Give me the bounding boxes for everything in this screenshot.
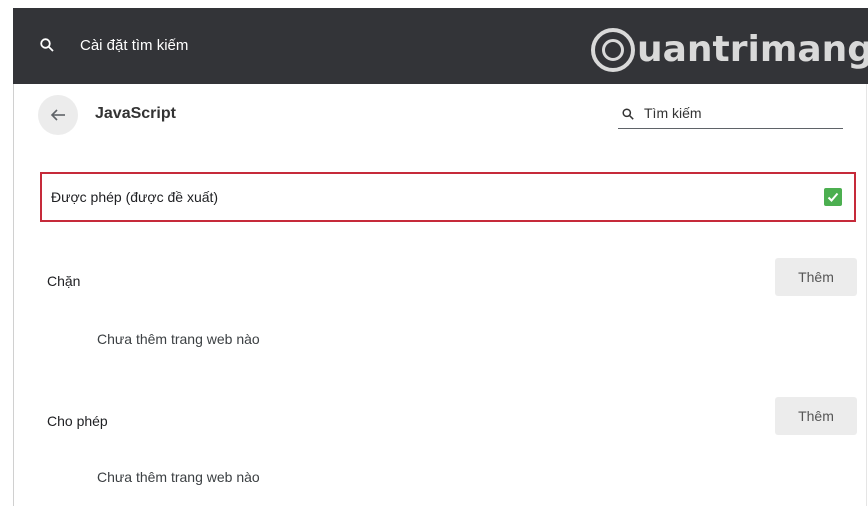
top-search-bar[interactable]: Cài đặt tìm kiếm uantrimang xyxy=(13,8,868,84)
search-settings-label: Cài đặt tìm kiếm xyxy=(80,37,189,54)
watermark-text: uantrimang xyxy=(637,29,868,70)
back-button[interactable] xyxy=(38,95,78,135)
allowed-setting-row[interactable]: Được phép (được đề xuất) xyxy=(40,172,856,222)
arrow-back-icon xyxy=(50,109,65,121)
search-placeholder: Tìm kiếm xyxy=(644,105,702,121)
search-icon xyxy=(622,108,634,120)
allow-section-label: Cho phép xyxy=(47,413,108,429)
right-border xyxy=(866,84,867,506)
block-empty-text: Chưa thêm trang web nào xyxy=(97,331,260,347)
allowed-checkbox[interactable] xyxy=(824,188,842,206)
checkmark-icon xyxy=(827,192,839,202)
watermark-logo: uantrimang xyxy=(591,25,868,75)
left-border xyxy=(13,84,14,506)
block-section-label: Chặn xyxy=(47,273,81,289)
allow-empty-text: Chưa thêm trang web nào xyxy=(97,469,260,485)
allowed-setting-label: Được phép (được đề xuất) xyxy=(51,189,219,205)
block-add-button[interactable]: Thêm xyxy=(775,258,857,296)
allow-add-button[interactable]: Thêm xyxy=(775,397,857,435)
page-title: JavaScript xyxy=(95,105,176,122)
search-icon xyxy=(40,38,54,52)
watermark-q-icon xyxy=(591,28,635,72)
search-input[interactable]: Tìm kiếm xyxy=(618,104,843,129)
